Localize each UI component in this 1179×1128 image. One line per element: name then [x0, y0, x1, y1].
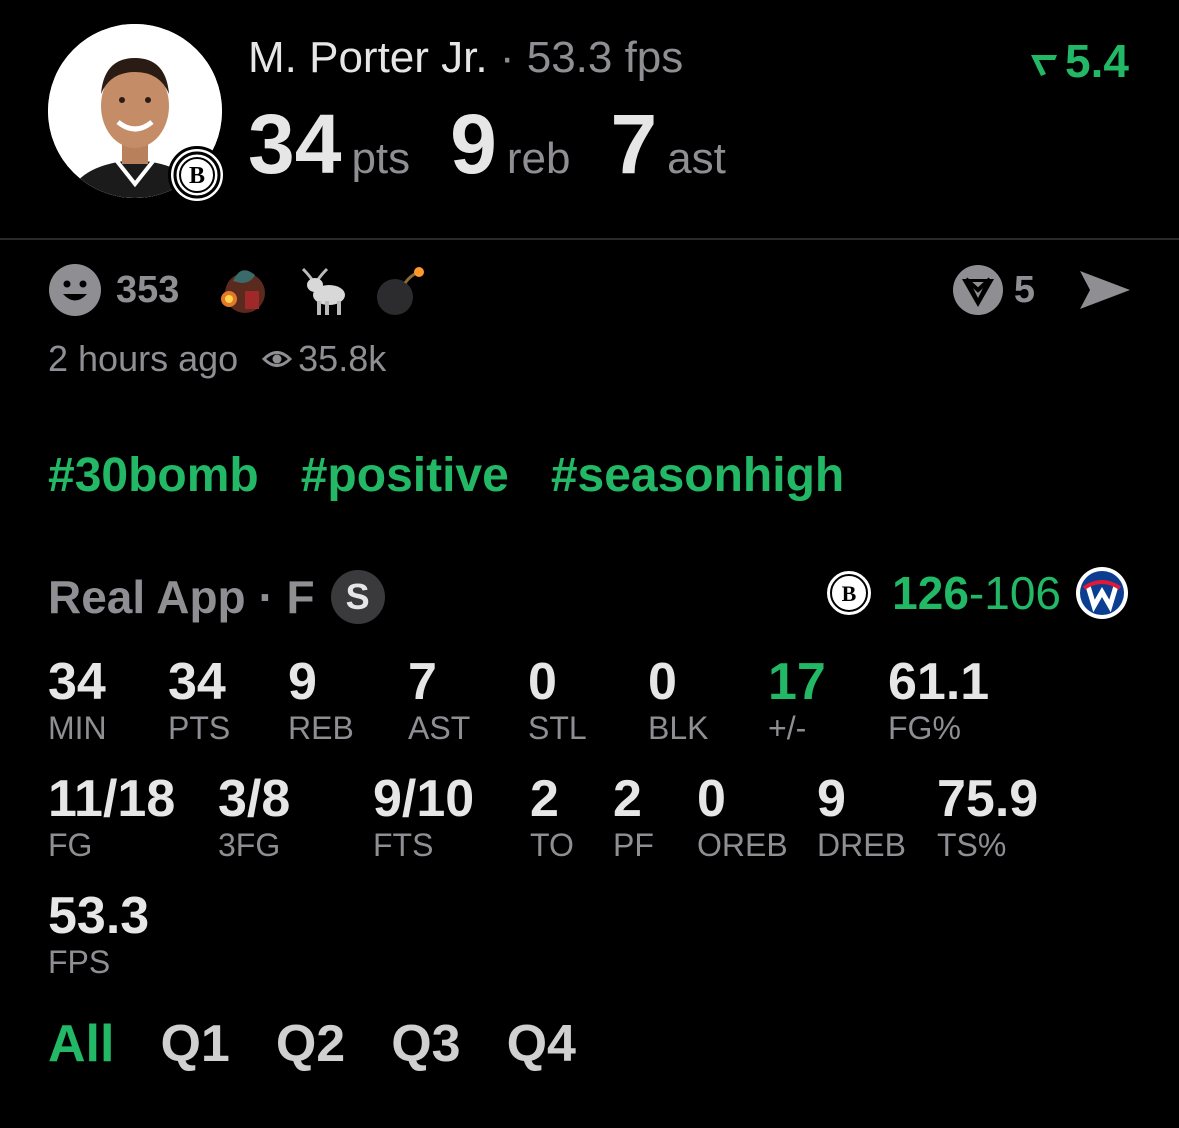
- stat-min: 34 MIN: [48, 653, 107, 746]
- away-score: 106: [984, 567, 1061, 619]
- wizards-logo-icon: [1076, 567, 1128, 619]
- stat-oreb: 0 OREB: [697, 770, 788, 863]
- post-actions: 5: [952, 262, 1133, 318]
- assists-label: ast: [667, 134, 726, 183]
- game-status: F: [286, 571, 315, 623]
- tab-all[interactable]: All: [48, 1015, 114, 1073]
- score-dash: -: [968, 567, 985, 619]
- trend-value: 5.4: [1065, 35, 1129, 87]
- player-line: M. Porter Jr. · 53.3 fps: [248, 32, 683, 84]
- reaction-row: 353: [48, 262, 449, 318]
- stat-plus-minus: 17 +/-: [768, 653, 826, 746]
- rebounds-label: reb: [506, 134, 571, 183]
- status-badge[interactable]: S: [330, 570, 385, 624]
- stat-fg: 11/18 FG: [48, 770, 176, 863]
- stat-fps: 53.3 FPS: [48, 887, 150, 980]
- bomb-emoji-icon[interactable]: [371, 261, 429, 319]
- fantasy-trend: 5.4: [1029, 34, 1129, 88]
- assists-value: 7: [610, 97, 658, 191]
- headline-stats: 34 pts 9 reb 7 ast: [248, 96, 766, 193]
- home-score: 126: [892, 567, 969, 619]
- post-meta: 2 hours ago 35.8k: [48, 338, 386, 380]
- nets-logo-icon: B: [173, 151, 221, 199]
- svg-text:B: B: [842, 581, 857, 606]
- points-label: pts: [351, 134, 411, 183]
- divider: [0, 238, 1179, 240]
- stat-blk: 0 BLK: [648, 653, 709, 746]
- nets-logo-icon: B: [825, 569, 874, 617]
- stat-pts: 34 PTS: [168, 653, 231, 746]
- period-tabs: All Q1 Q2 Q3 Q4: [48, 1014, 622, 1074]
- stat-pf: 2 PF: [613, 770, 654, 863]
- views-value: 35.8k: [298, 338, 387, 379]
- stat-fg-pct: 61.1 FG%: [888, 653, 990, 746]
- tab-q4[interactable]: Q4: [507, 1015, 576, 1073]
- fantasy-trend-icon: [1031, 54, 1058, 76]
- player-name[interactable]: M. Porter Jr.: [248, 33, 488, 82]
- tab-q2[interactable]: Q2: [276, 1015, 345, 1073]
- comment-count: 5: [1013, 268, 1035, 311]
- fire-emoji-icon[interactable]: [215, 261, 273, 319]
- view-count: 35.8k: [262, 338, 386, 380]
- stat-fts: 9/10 FTS: [373, 770, 475, 863]
- game-title: Real App · F S: [48, 570, 385, 624]
- comment-badge-icon[interactable]: [952, 264, 1004, 316]
- stat-stl: 0 STL: [528, 653, 587, 746]
- stat-ast: 7 AST: [408, 653, 471, 746]
- separator: ·: [499, 33, 515, 82]
- time-ago: 2 hours ago: [48, 338, 239, 379]
- source-label: Real App: [48, 571, 246, 623]
- send-icon[interactable]: [1077, 267, 1133, 313]
- stat-dreb: 9 DREB: [817, 770, 906, 863]
- tab-q1[interactable]: Q1: [160, 1015, 229, 1073]
- hashtags: #30bomb #positive #seasonhigh: [48, 448, 886, 503]
- goat-emoji-icon[interactable]: [293, 261, 351, 319]
- team-badge: B: [168, 146, 226, 204]
- stat-ts-pct: 75.9 TS%: [937, 770, 1039, 863]
- player-fps: 53.3 fps: [526, 33, 684, 82]
- stat-reb: 9 REB: [288, 653, 354, 746]
- stat-to: 2 TO: [530, 770, 574, 863]
- stat-3fg: 3/8 3FG: [218, 770, 291, 863]
- points-value: 34: [248, 97, 342, 191]
- svg-text:B: B: [189, 163, 205, 189]
- hashtag[interactable]: #positive: [301, 449, 509, 502]
- game-score[interactable]: B 126-106: [824, 566, 1129, 620]
- tab-q3[interactable]: Q3: [391, 1015, 460, 1073]
- hashtag[interactable]: #seasonhigh: [551, 449, 844, 502]
- separator: ·: [258, 571, 274, 623]
- smile-icon[interactable]: [48, 263, 102, 317]
- reaction-count: 353: [116, 268, 180, 311]
- hashtag[interactable]: #30bomb: [48, 449, 259, 502]
- rebounds-value: 9: [450, 97, 497, 191]
- eye-icon: [262, 351, 293, 367]
